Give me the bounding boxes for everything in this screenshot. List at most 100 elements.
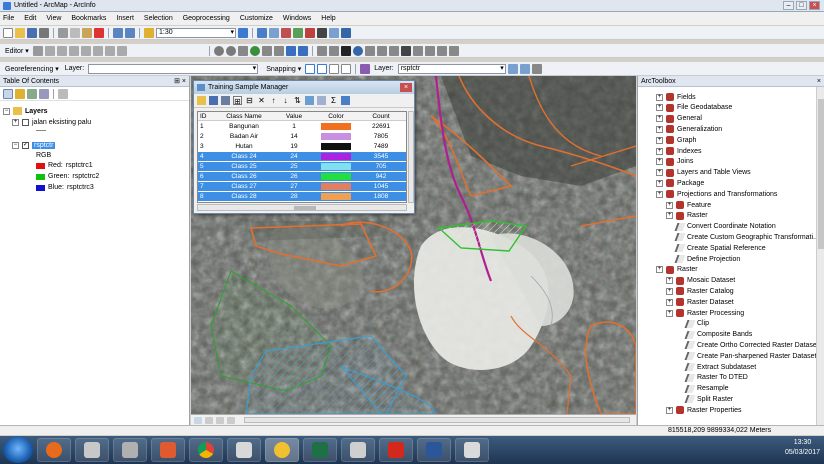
training-sample-manager-icon[interactable] bbox=[519, 63, 530, 74]
table-horizontal-scrollbar[interactable] bbox=[197, 204, 407, 211]
print-icon[interactable] bbox=[39, 27, 49, 38]
refresh-view-icon[interactable] bbox=[216, 416, 224, 424]
toolbox-toolset[interactable]: + Projections and Transformations bbox=[656, 189, 777, 199]
toolbox-tool[interactable]: Create Pan-sharpened Raster Dataset bbox=[676, 351, 816, 361]
draw-polygon-icon[interactable] bbox=[507, 63, 518, 74]
close-button[interactable]: × bbox=[809, 1, 820, 10]
data-view-icon[interactable] bbox=[194, 416, 202, 424]
cell-color[interactable] bbox=[312, 122, 360, 131]
toolbox-tool[interactable]: Composite Bands bbox=[676, 330, 752, 340]
list-by-drawing-order-icon[interactable] bbox=[3, 88, 13, 99]
toolbox-toolset[interactable]: + Generalization bbox=[656, 124, 722, 134]
expand-icon[interactable]: + bbox=[666, 201, 673, 209]
list-by-visibility-icon[interactable] bbox=[27, 88, 37, 99]
new-document-icon[interactable] bbox=[3, 27, 13, 38]
toolbox-tool[interactable]: Resample bbox=[676, 384, 729, 394]
find-icon[interactable] bbox=[400, 45, 411, 56]
start-button[interactable] bbox=[3, 437, 33, 463]
cell-color[interactable] bbox=[312, 192, 360, 201]
edit-annotation-icon[interactable] bbox=[44, 45, 55, 56]
header-id[interactable]: ID bbox=[198, 112, 212, 120]
arctoolbox-close-icon[interactable]: × bbox=[817, 76, 821, 87]
layer-name-rsptctr[interactable]: rsptctr bbox=[32, 142, 56, 149]
menu-insert[interactable]: Insert bbox=[116, 15, 134, 22]
expand-icon[interactable]: + bbox=[666, 287, 673, 295]
expand-icon[interactable]: + bbox=[656, 104, 663, 112]
rotate-tool-icon[interactable] bbox=[92, 45, 103, 56]
dialog-close-button[interactable]: × bbox=[400, 83, 412, 92]
expand-icon[interactable]: + bbox=[656, 179, 663, 187]
fixed-zoom-out-icon[interactable] bbox=[273, 45, 284, 56]
copy-icon[interactable] bbox=[70, 27, 80, 38]
cell-color[interactable] bbox=[312, 152, 360, 161]
paste-icon[interactable] bbox=[82, 27, 92, 38]
move-up-icon[interactable]: ↑ bbox=[269, 96, 278, 105]
arctoolbox-icon[interactable] bbox=[305, 27, 315, 38]
layer-visibility-checkbox[interactable]: ✓ bbox=[22, 142, 29, 149]
header-class-name[interactable]: Class Name bbox=[212, 112, 276, 120]
header-value[interactable]: Value bbox=[276, 112, 312, 120]
toolbox-toolset[interactable]: + Raster Catalog bbox=[666, 286, 734, 296]
table-of-contents-icon[interactable] bbox=[269, 27, 279, 38]
toolbox-toolset[interactable]: + Feature bbox=[666, 200, 711, 210]
trace-icon[interactable] bbox=[68, 45, 79, 56]
pause-drawing-icon[interactable] bbox=[227, 416, 235, 424]
table-row[interactable]: 4 Class 24 24 3545 bbox=[198, 152, 406, 161]
minimize-button[interactable]: – bbox=[783, 1, 794, 10]
redo-icon[interactable] bbox=[125, 27, 135, 38]
back-extent-icon[interactable] bbox=[285, 45, 296, 56]
expand-icon[interactable]: + bbox=[656, 190, 663, 198]
layer-visibility-checkbox[interactable] bbox=[22, 119, 29, 126]
toolbox-toolset[interactable]: + File Geodatabase bbox=[656, 103, 732, 113]
toolbox-toolset[interactable]: + Joins bbox=[656, 157, 693, 167]
add-data-icon[interactable] bbox=[144, 27, 154, 38]
statistics-icon[interactable]: Σ bbox=[329, 96, 338, 105]
taskbar-app-4[interactable] bbox=[151, 438, 185, 462]
cell-color[interactable] bbox=[312, 172, 360, 181]
time-slider-icon[interactable] bbox=[436, 45, 447, 56]
georeferencing-menu[interactable]: Georeferencing ▾ bbox=[5, 65, 59, 73]
sketch-properties-icon[interactable] bbox=[116, 45, 127, 56]
expand-icon[interactable]: + bbox=[656, 136, 663, 144]
expand-icon[interactable]: + bbox=[656, 93, 663, 101]
toolbox-tool[interactable]: Create Custom Geographic Transformati... bbox=[666, 232, 819, 242]
classification-layer-combo[interactable]: rsptctr bbox=[397, 63, 506, 74]
georeferencing-toggle-icon[interactable] bbox=[238, 27, 248, 38]
clear-selection-icon[interactable] bbox=[328, 45, 339, 56]
split-tool-icon[interactable] bbox=[80, 45, 91, 56]
scatterplots-icon[interactable] bbox=[317, 96, 326, 105]
menu-help[interactable]: Help bbox=[321, 15, 335, 22]
toolbox-toolset[interactable]: + Raster Properties bbox=[666, 405, 741, 415]
undo-icon[interactable] bbox=[113, 27, 123, 38]
maximize-button[interactable]: □ bbox=[796, 1, 807, 10]
toolbox-toolset[interactable]: + Raster Processing bbox=[666, 308, 744, 318]
taskbar-app-6[interactable] bbox=[227, 438, 261, 462]
toc-layer-rsptctr[interactable]: − ✓ rsptctr bbox=[12, 142, 56, 149]
delete-sample-icon[interactable]: ✕ bbox=[257, 96, 266, 105]
menu-windows[interactable]: Windows bbox=[283, 15, 311, 22]
taskbar-app-9[interactable] bbox=[341, 438, 375, 462]
layout-view-icon[interactable] bbox=[205, 416, 213, 424]
toolbox-tool[interactable]: Extract Subdataset bbox=[676, 362, 756, 372]
point-snapping-icon[interactable] bbox=[305, 63, 316, 74]
taskbar-chrome[interactable] bbox=[189, 438, 223, 462]
toc-layers-root[interactable]: − Layers bbox=[3, 107, 48, 115]
taskbar-app-12[interactable] bbox=[455, 438, 489, 462]
menu-edit[interactable]: Edit bbox=[24, 15, 36, 22]
forward-extent-icon[interactable] bbox=[297, 45, 308, 56]
toolbox-toolset[interactable]: + Raster bbox=[666, 211, 708, 221]
find-route-icon[interactable] bbox=[412, 45, 423, 56]
taskbar-app-3[interactable] bbox=[113, 438, 147, 462]
cell-color[interactable] bbox=[312, 182, 360, 191]
table-row[interactable]: 3 Hutan 19 7489 bbox=[198, 142, 406, 151]
menu-geoprocessing[interactable]: Geoprocessing bbox=[183, 15, 230, 22]
menu-file[interactable]: File bbox=[3, 15, 14, 22]
expand-icon[interactable]: + bbox=[666, 277, 673, 285]
edit-tool-icon[interactable] bbox=[32, 45, 43, 56]
editor-toolbar-icon[interactable] bbox=[257, 27, 267, 38]
collapse-icon[interactable]: − bbox=[12, 142, 19, 149]
collapse-icon[interactable]: − bbox=[3, 107, 10, 115]
html-popup-icon[interactable] bbox=[364, 45, 375, 56]
delete-icon[interactable] bbox=[94, 27, 104, 38]
toc-close-icon[interactable]: ⊞ × bbox=[174, 76, 186, 87]
